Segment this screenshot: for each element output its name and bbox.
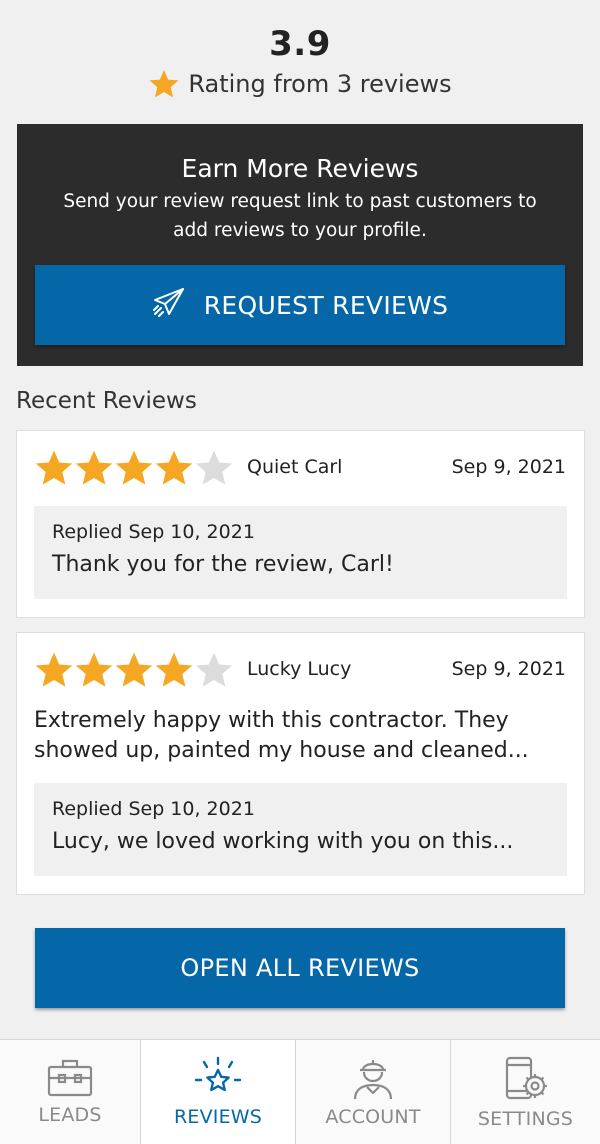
nav-label: LEADS: [38, 1104, 102, 1126]
review-header: Lucky Lucy Sep 9, 2021: [17, 633, 584, 708]
star-filled-icon: [74, 448, 114, 488]
star-icon: [148, 68, 180, 100]
star-filled-icon: [34, 650, 74, 690]
reviewer-name: Quiet Carl: [247, 456, 343, 478]
review-date: Sep 9, 2021: [451, 658, 566, 680]
phone-gear-icon: [503, 1056, 549, 1102]
rating-summary: 3.9 Rating from 3 reviews: [0, 22, 600, 100]
promo-title: Earn More Reviews: [181, 154, 419, 183]
star-filled-icon: [114, 448, 154, 488]
star-rating: [34, 650, 234, 690]
rating-caption: Rating from 3 reviews: [188, 70, 452, 98]
nav-item-reviews[interactable]: REVIEWS: [141, 1040, 296, 1144]
reply-box: Replied Sep 10, 2021 Thank you for the r…: [34, 506, 567, 599]
review-header: Quiet Carl Sep 9, 2021: [17, 431, 584, 506]
star-empty-icon: [194, 650, 234, 690]
reply-date: Replied Sep 10, 2021: [52, 521, 255, 543]
promo-description: Send your review request link to past cu…: [63, 191, 537, 241]
star-filled-icon: [74, 650, 114, 690]
worker-icon: [352, 1056, 394, 1100]
reviewer-name: Lucky Lucy: [247, 658, 352, 680]
nav-item-settings[interactable]: SETTINGS: [451, 1040, 600, 1144]
reply-text: Thank you for the review, Carl!: [52, 552, 394, 577]
reviews-screen: 3.9 Rating from 3 reviews Earn More Revi…: [0, 0, 600, 1144]
star-rating: [34, 448, 234, 488]
star-filled-icon: [154, 448, 194, 488]
paper-plane-icon: [152, 287, 186, 323]
nav-label: REVIEWS: [173, 1106, 263, 1128]
nav-item-leads[interactable]: LEADS: [0, 1040, 141, 1144]
nav-item-account[interactable]: ACCOUNT: [296, 1040, 451, 1144]
nav-label: ACCOUNT: [325, 1106, 421, 1128]
review-date: Sep 9, 2021: [451, 456, 566, 478]
reply-text: Lucy, we loved working with you on this.…: [52, 829, 514, 854]
bottom-nav: LEADS REVIEWS ACCOUNT SETTINGS: [0, 1039, 600, 1144]
toolbox-icon: [46, 1056, 94, 1098]
open-all-reviews-button[interactable]: OPEN ALL REVIEWS: [35, 928, 565, 1008]
rating-caption-row: Rating from 3 reviews: [0, 68, 600, 100]
star-filled-icon: [154, 650, 194, 690]
review-card[interactable]: Lucky Lucy Sep 9, 2021 Extremely happy w…: [16, 632, 585, 895]
star-empty-icon: [194, 448, 234, 488]
rating-value: 3.9: [269, 24, 331, 64]
star-filled-icon: [34, 448, 74, 488]
review-text: Extremely happy with this contractor. Th…: [34, 708, 529, 763]
star-filled-icon: [114, 650, 154, 690]
reply-box: Replied Sep 10, 2021 Lucy, we loved work…: [34, 783, 567, 876]
reply-date: Replied Sep 10, 2021: [52, 798, 255, 820]
request-reviews-label: REQUEST REVIEWS: [203, 290, 449, 320]
request-reviews-button[interactable]: REQUEST REVIEWS: [35, 265, 565, 345]
sparkle-star-icon: [192, 1056, 244, 1100]
recent-reviews-title: Recent Reviews: [16, 388, 197, 414]
review-card[interactable]: Quiet Carl Sep 9, 2021 Replied Sep 10, 2…: [16, 430, 585, 618]
earn-reviews-card: Earn More Reviews Send your review reque…: [17, 124, 583, 366]
nav-label: SETTINGS: [477, 1108, 574, 1130]
